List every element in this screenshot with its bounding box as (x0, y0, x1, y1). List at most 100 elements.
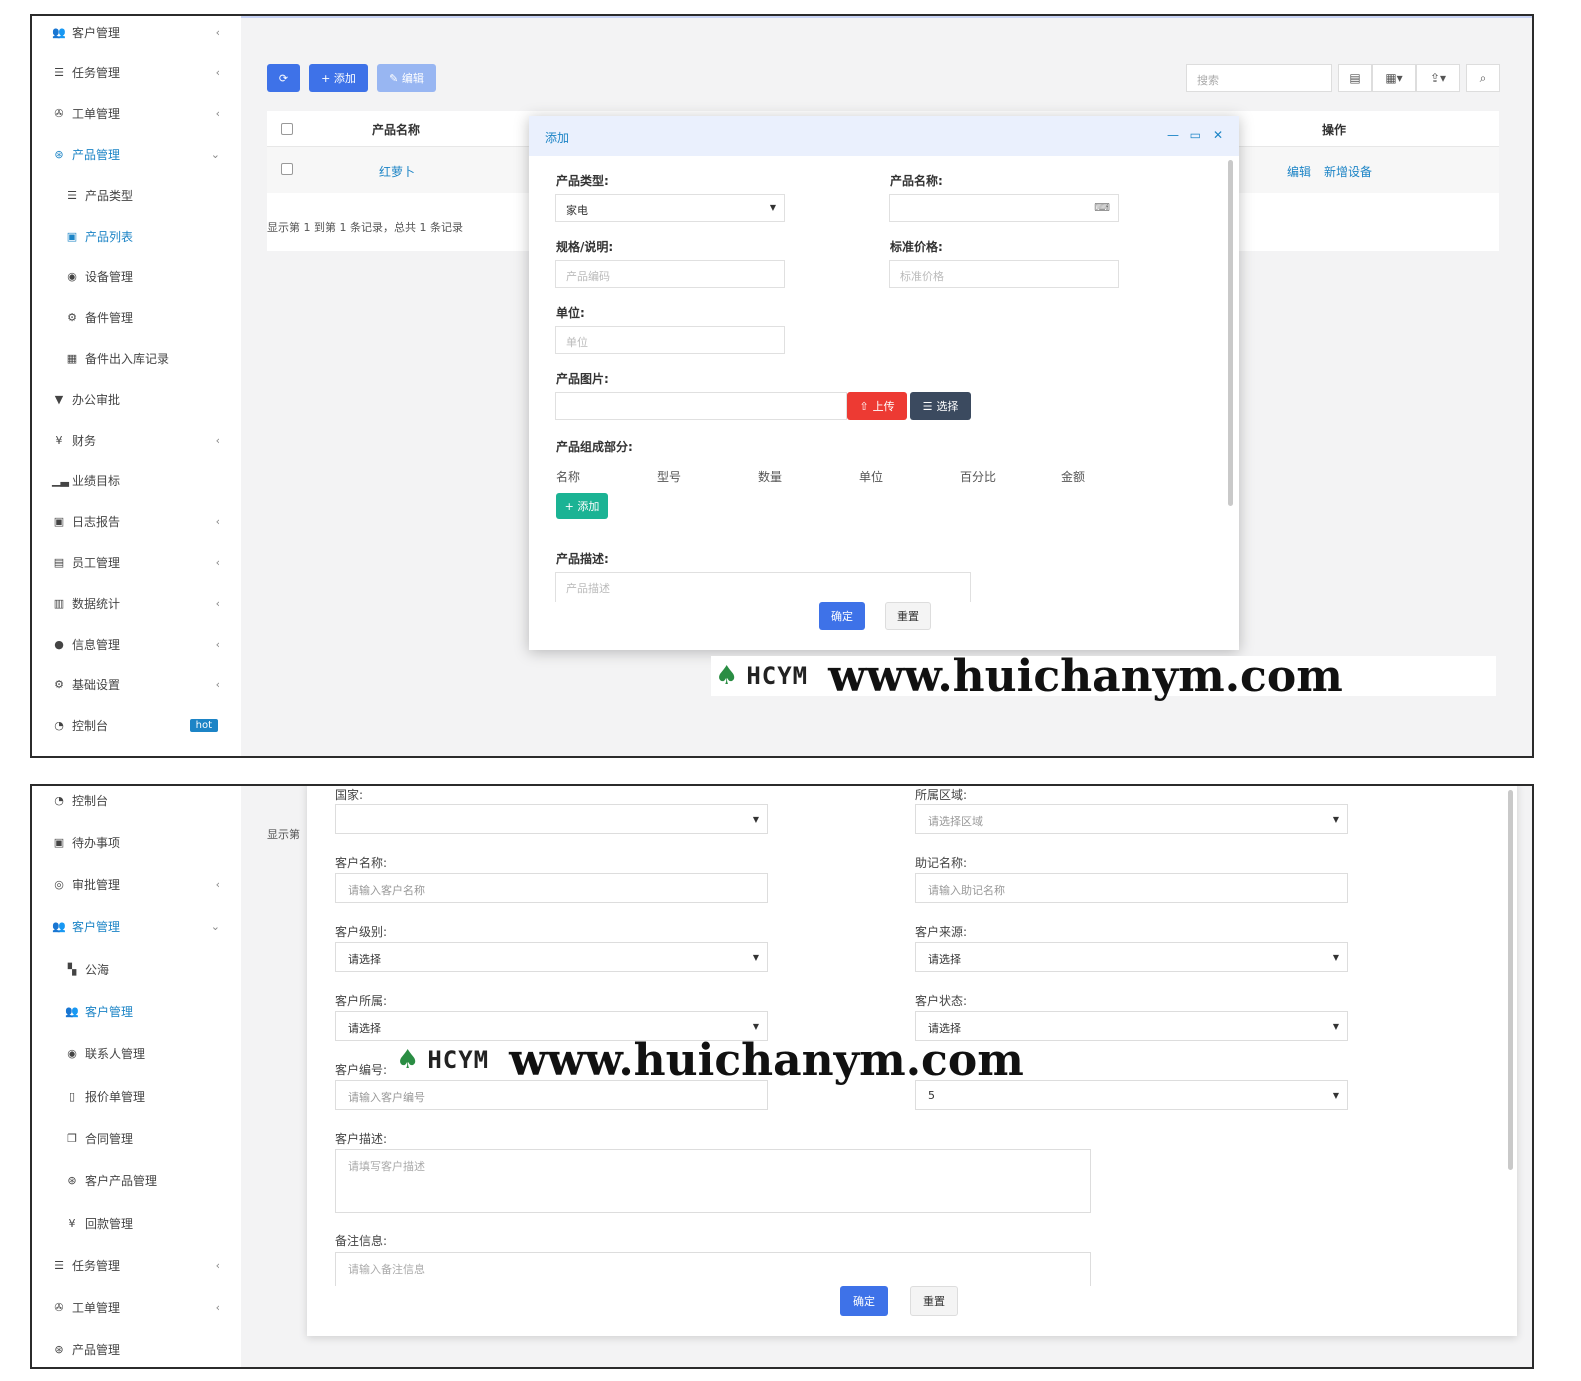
comments-icon: ● (54, 637, 64, 651)
sidebar-item[interactable]: ▁▃ 业绩目标 (52, 471, 232, 491)
sidebar-item[interactable]: ☰ 产品类型 (65, 185, 245, 205)
minimize-icon[interactable]: — (1167, 128, 1179, 142)
reset-button[interactable]: 重置 (910, 1286, 958, 1316)
caret-down-icon: ▼ (1332, 953, 1339, 962)
chevron-icon: ‹ (215, 878, 220, 892)
unit-input[interactable]: 单位 (555, 326, 785, 354)
spec-input[interactable]: 产品编码 (555, 260, 785, 288)
sidebar-item[interactable]: ▤ 员工管理 ‹ (52, 552, 232, 572)
chevron-icon: ‹ (215, 1301, 220, 1315)
sidebar-item[interactable]: ⊛ 产品管理 (52, 1340, 232, 1360)
mnemonic-input[interactable]: 请输入助记名称 (915, 873, 1348, 903)
note-textarea[interactable]: 请输入备注信息 (335, 1252, 1091, 1286)
edit-button[interactable]: ✎ 编辑 (377, 64, 436, 92)
sidebar-item[interactable]: ◔ 控制台 (52, 790, 232, 810)
row-checkbox[interactable] (281, 163, 293, 175)
row-add-device-link[interactable]: 新增设备 (1324, 163, 1372, 180)
product-name-link[interactable]: 红萝卜 (379, 163, 415, 180)
search-button[interactable]: ⌕ (1466, 64, 1500, 92)
refresh-button[interactable]: ⟳ (267, 64, 300, 92)
sidebar-item[interactable]: ▣ 待办事项 (52, 832, 232, 852)
customer-description-label: 客户描述: (335, 1132, 388, 1146)
description-textarea[interactable]: 产品描述 (555, 572, 971, 602)
wrench-icon: ✇ (54, 107, 64, 121)
price-input[interactable]: 标准价格 (889, 260, 1119, 288)
yen-icon: ¥ (68, 1216, 76, 1230)
country-select[interactable]: ▼ (335, 804, 768, 834)
sidebar-item[interactable]: ▣ 产品列表 (65, 226, 245, 246)
spec-label: 规格/说明: (556, 240, 614, 254)
sidebar-item[interactable]: ◔ 控制台 hot (52, 716, 232, 736)
row-edit-link[interactable]: 编辑 (1287, 163, 1311, 180)
sidebar-item-label: 工单管理 (72, 107, 121, 122)
shovel-logo-icon: ♠ (396, 1045, 420, 1075)
product-type-select[interactable]: 家电 ▼ (555, 194, 785, 222)
sidebar-item[interactable]: ● 信息管理 ‹ (52, 634, 232, 654)
dialog-scrollbar[interactable] (1228, 160, 1233, 506)
region-select[interactable]: 请选择区域 ▼ (915, 804, 1348, 834)
close-icon[interactable]: ✕ (1213, 128, 1223, 142)
columns-button[interactable]: ▦▾ (1372, 64, 1416, 92)
sidebar-item[interactable]: 👥 客户管理 ⌄ (52, 917, 232, 937)
confirm-button[interactable]: 确定 (819, 602, 865, 630)
watermark: ♠ HCYM www.huichanym.com (392, 1035, 1182, 1086)
copy-icon: ❐ (67, 1131, 77, 1145)
source-select[interactable]: 请选择 ▼ (915, 942, 1348, 972)
sidebar-item[interactable]: ⚙ 基础设置 ‹ (52, 675, 232, 695)
product-icon: ⊛ (54, 1343, 64, 1357)
customer-description-textarea[interactable]: 请填写客户描述 (335, 1149, 1091, 1213)
maximize-icon[interactable]: ▭ (1190, 128, 1201, 142)
customer-name-input[interactable]: 请输入客户名称 (335, 873, 768, 903)
caret-down-icon: ▼ (1332, 815, 1339, 824)
sidebar-item-label: 工单管理 (72, 1301, 121, 1316)
image-input[interactable] (555, 392, 847, 420)
sidebar-item[interactable]: ❐ 合同管理 (65, 1128, 245, 1148)
sidebar-item[interactable]: ¥ 财务 ‹ (52, 430, 232, 450)
screenshot-product-management: 👥 客户管理 ‹ ☰ 任务管理 ‹ ✇ 工单管理 ‹ ⊛ 产品管理 ⌄ ☰ 产品类型 ▣ 产品列表 ◉ 设备管理 ⚙… (30, 14, 1534, 758)
cogs-icon: ⚙ (54, 678, 64, 692)
choose-button[interactable]: ☰ 选择 (910, 392, 971, 420)
sidebar-item[interactable]: ⚙ 备件管理 (65, 308, 245, 328)
parts-add-button[interactable]: + 添加 (556, 493, 608, 519)
parts-col-model: 型号 (657, 470, 682, 484)
dashboard-icon: ◔ (54, 793, 64, 807)
sidebar-item[interactable]: 👥 客户管理 (65, 1002, 245, 1022)
select-all-checkbox[interactable] (281, 123, 293, 135)
level-select[interactable]: 请选择 ▼ (335, 942, 768, 972)
sidebar-item[interactable]: ▚ 公海 (65, 959, 245, 979)
sidebar-item[interactable]: ✇ 工单管理 ‹ (52, 104, 232, 124)
chevron-icon: ‹ (215, 555, 220, 569)
export-button[interactable]: ⇪▾ (1416, 64, 1460, 92)
confirm-button[interactable]: 确定 (840, 1286, 888, 1316)
watermark-logo: HCYM (746, 662, 809, 690)
upload-button[interactable]: ⇧ 上传 (847, 392, 907, 420)
keyboard-icon: ⌨ (1094, 201, 1110, 214)
sidebar-item[interactable]: ▼ 办公审批 (52, 389, 232, 409)
sidebar-item[interactable]: ▦ 备件出入库记录 (65, 348, 245, 368)
sidebar-item[interactable]: ⊛ 产品管理 ⌄ (52, 144, 232, 164)
sidebar-item[interactable]: 👥 客户管理 ‹ (52, 22, 232, 42)
reset-button[interactable]: 重置 (885, 602, 931, 630)
sidebar-item[interactable]: ▥ 数据统计 ‹ (52, 593, 232, 613)
sidebar-item[interactable]: ¥ 回款管理 (65, 1213, 245, 1233)
product-name-input[interactable]: ⌨ (889, 194, 1119, 222)
sidebar-item[interactable]: ◉ 联系人管理 (65, 1044, 245, 1064)
form-scrollbar[interactable] (1508, 790, 1513, 1170)
sidebar-item[interactable]: ◎ 审批管理 ‹ (52, 875, 232, 895)
sidebar-item[interactable]: ◉ 设备管理 (65, 267, 245, 287)
sidebar-item[interactable]: ☰ 任务管理 ‹ (52, 1255, 232, 1275)
yen-icon: ¥ (55, 433, 63, 447)
sidebar-item[interactable]: ⊛ 客户产品管理 (65, 1171, 245, 1191)
add-button[interactable]: + 添加 (309, 64, 368, 92)
parts-col-unit: 单位 (859, 470, 884, 484)
toggle-view-button[interactable]: ▤ (1338, 64, 1372, 92)
sidebar-item[interactable]: ▯ 报价单管理 (65, 1086, 245, 1106)
filter-icon: ▼ (54, 392, 64, 406)
owner-label: 客户所属: (335, 994, 388, 1008)
sidebar-item[interactable]: ☰ 任务管理 ‹ (52, 63, 232, 83)
search-input[interactable]: 搜索 (1186, 64, 1332, 92)
chevron-icon: ‹ (215, 596, 220, 610)
sidebar-item[interactable]: ✇ 工单管理 ‹ (52, 1298, 232, 1318)
sidebar-item[interactable]: ▣ 日志报告 ‹ (52, 512, 232, 532)
sidebar-item-label: 控制台 (72, 719, 109, 734)
